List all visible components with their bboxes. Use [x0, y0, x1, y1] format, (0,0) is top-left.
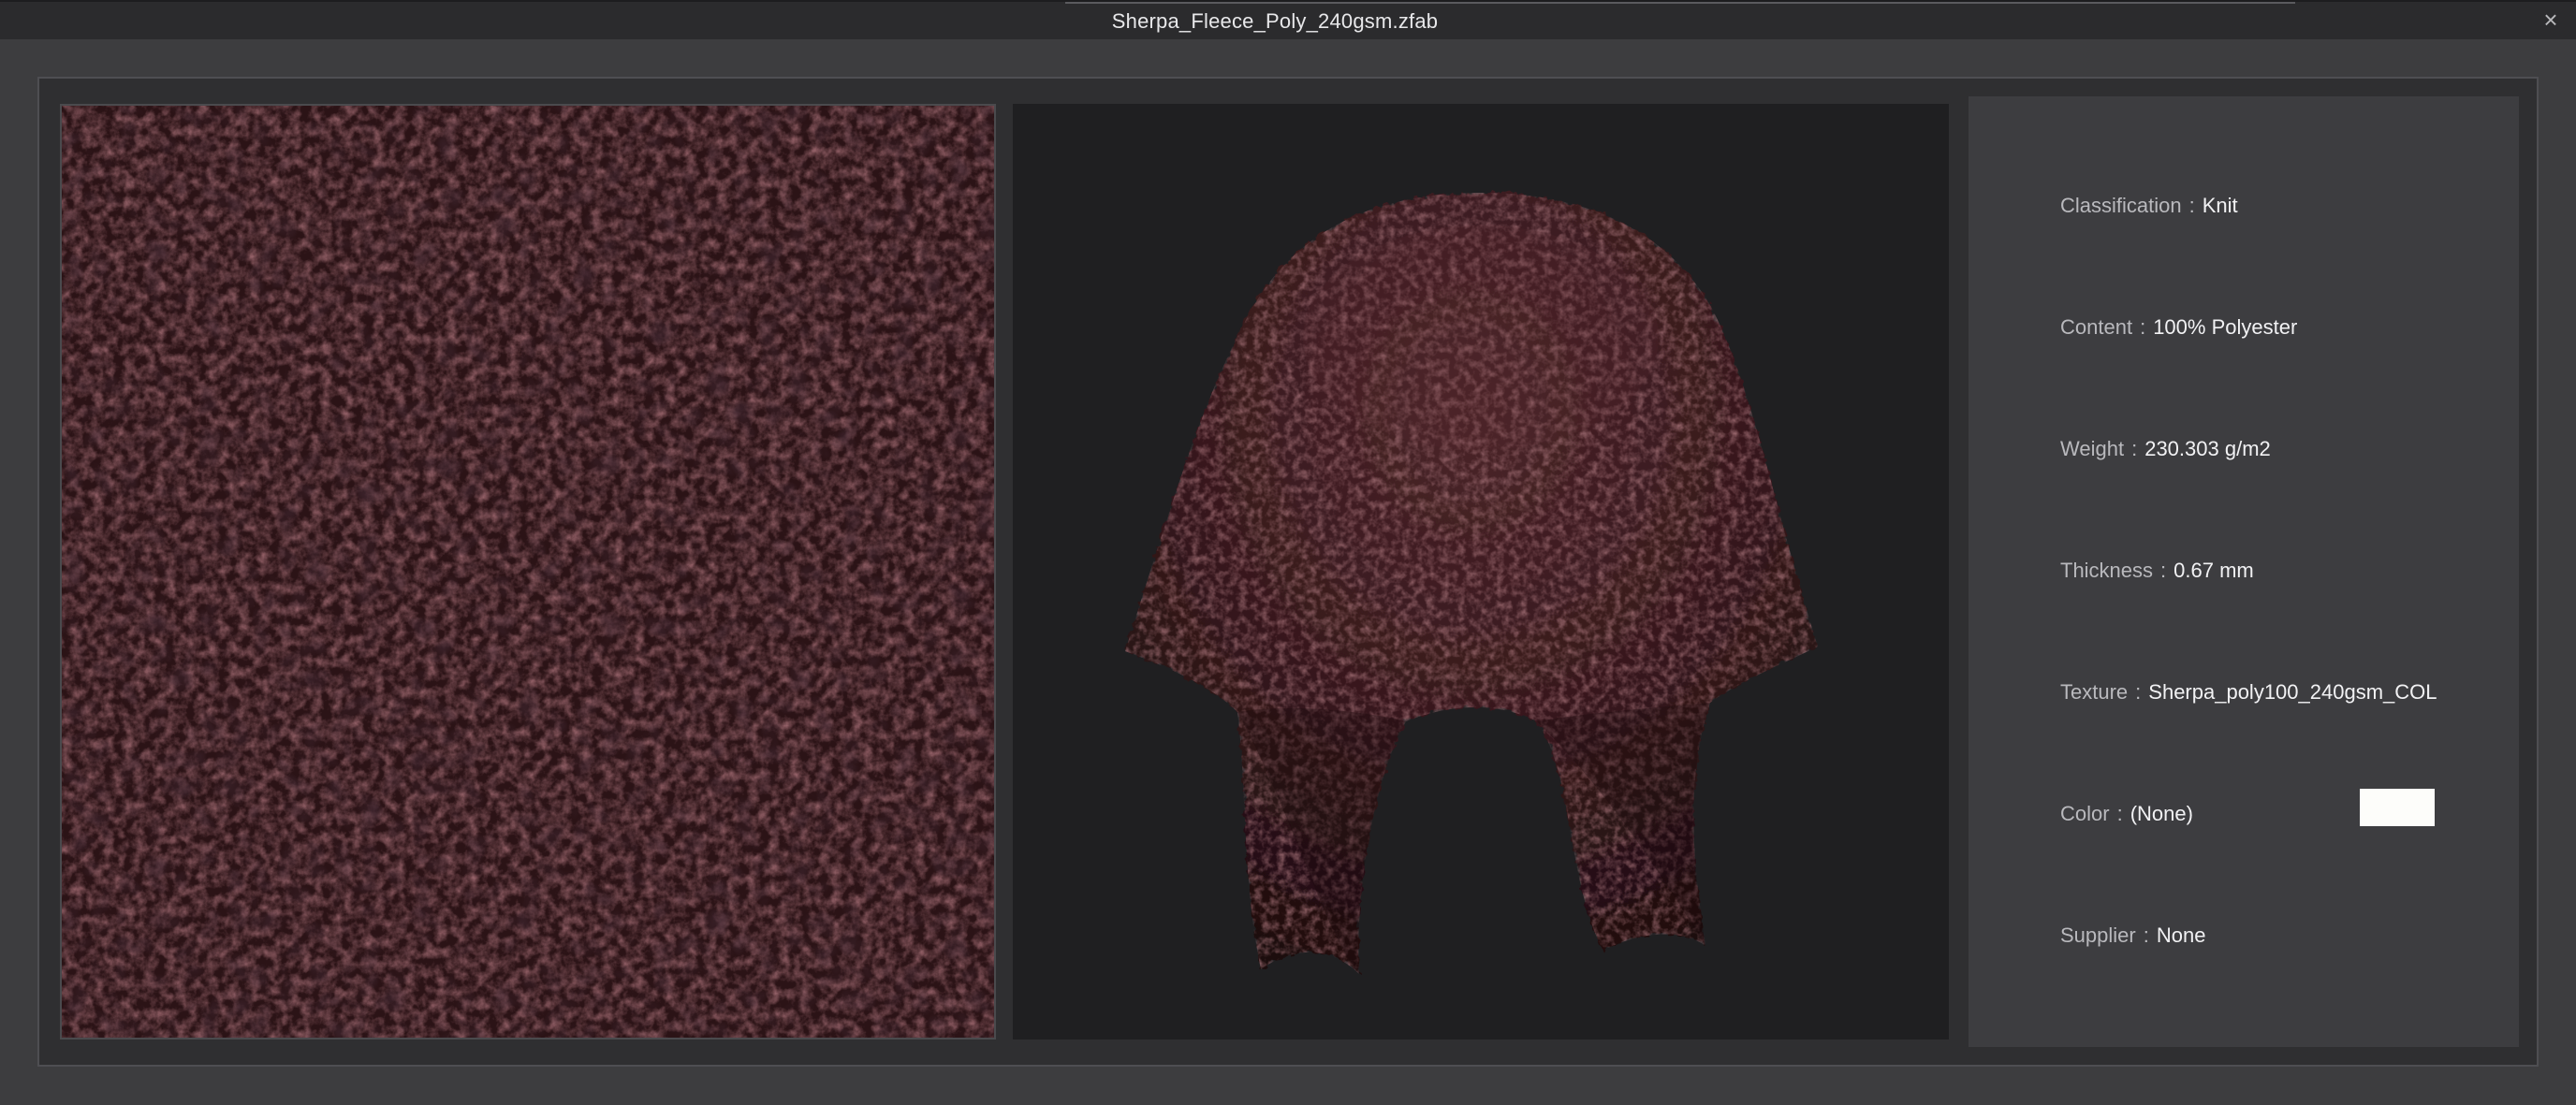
- content-frame: Classification: Knit Content:100% Polyest…: [37, 77, 2539, 1067]
- color-swatch-chip[interactable]: [2360, 789, 2435, 826]
- property-content: Content:100% Polyester: [2060, 315, 2297, 340]
- title-accent-line: [1065, 2, 2295, 4]
- property-separator: :: [2140, 315, 2146, 339]
- property-label: Content: [2060, 315, 2133, 339]
- property-label: Weight: [2060, 437, 2125, 460]
- property-separator: :: [2116, 802, 2123, 825]
- property-separator: :: [2188, 194, 2195, 217]
- property-thickness: Thickness:0.67 mm: [2060, 559, 2254, 583]
- property-value: (None): [2130, 802, 2193, 825]
- property-label: Supplier: [2060, 923, 2136, 947]
- property-weight: Weight:230.303 g/m2: [2060, 437, 2271, 461]
- property-separator: :: [2135, 680, 2142, 704]
- fabric-drape-preview: [1013, 104, 1949, 1040]
- property-label: Thickness: [2060, 559, 2154, 582]
- property-supplier: Supplier: None: [2060, 923, 2205, 948]
- property-value: 100% Polyester: [2153, 315, 2298, 339]
- fabric-swatch-image: [60, 104, 996, 1040]
- fabric-info-window: Sherpa_Fleece_Poly_240gsm.zfab × Classif…: [0, 0, 2576, 1105]
- title-bar[interactable]: Sherpa_Fleece_Poly_240gsm.zfab ×: [0, 0, 2576, 39]
- property-label: Color: [2060, 802, 2110, 825]
- property-separator: :: [2131, 437, 2138, 460]
- property-separator: :: [2143, 923, 2149, 947]
- swatch-texture: [62, 106, 994, 1038]
- property-texture: Texture: Sherpa_poly100_240gsm_COL: [2060, 680, 2437, 705]
- property-value: Knit: [2202, 194, 2238, 217]
- window-title: Sherpa_Fleece_Poly_240gsm.zfab: [0, 9, 2576, 34]
- drape-render: [1013, 104, 1949, 1040]
- property-value: Sherpa_poly100_240gsm_COL: [2148, 680, 2437, 704]
- fabric-properties-panel: Classification: Knit Content:100% Polyest…: [1969, 96, 2519, 1047]
- property-value: 230.303 g/m2: [2144, 437, 2271, 460]
- close-icon[interactable]: ×: [2537, 6, 2565, 34]
- property-label: Classification: [2060, 194, 2182, 217]
- property-classification: Classification: Knit: [2060, 194, 2238, 218]
- window-title-text: Sherpa_Fleece_Poly_240gsm.zfab: [1111, 9, 1439, 33]
- property-value: None: [2156, 923, 2206, 947]
- property-separator: :: [2160, 559, 2167, 582]
- property-label: Texture: [2060, 680, 2129, 704]
- property-color: Color: (None): [2060, 789, 2453, 826]
- property-value: 0.67 mm: [2174, 559, 2254, 582]
